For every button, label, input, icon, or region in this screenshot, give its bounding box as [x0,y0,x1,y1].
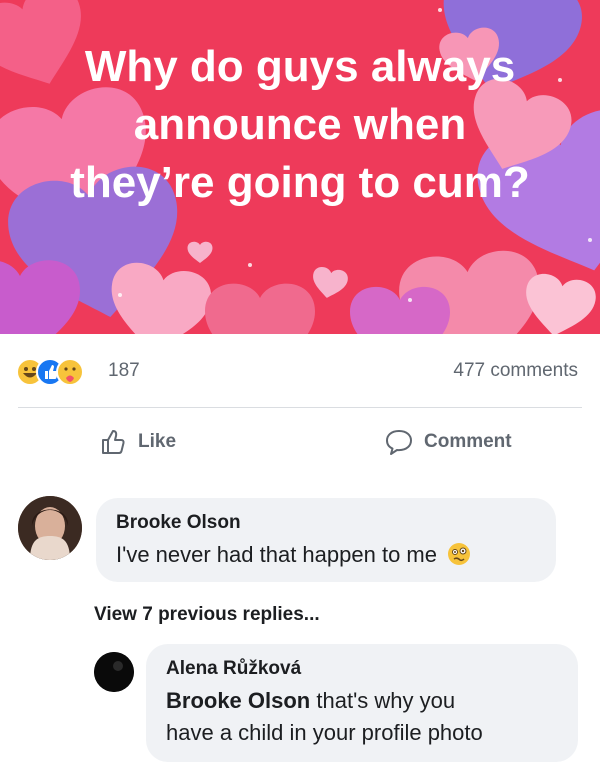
reply-text-body: that's why you [316,688,456,713]
post-stats-bar: 187 477 comments [0,334,600,406]
mention-link[interactable]: Brooke Olson [166,688,310,713]
reply-text-line: Brooke Olson that's why you [166,688,455,714]
care-icon [56,358,84,386]
comment-bubble: Brooke Olson I've never had that happen … [96,498,556,582]
reply-author[interactable]: Alena Růžková [166,658,301,680]
woozy-face-emoji-icon [447,542,471,572]
like-label: Like [138,431,177,452]
reply-text-line: have a child in your profile photo [166,720,483,745]
post-title: Why do guys always announce when they’re… [0,38,600,212]
post-title-line: Why do guys always [84,42,516,91]
reaction-count: 187 [108,360,140,381]
avatar[interactable] [18,496,82,560]
post-actions: Like Comment [0,408,600,478]
like-button[interactable]: Like [100,428,176,456]
comment-label: Comment [424,431,512,452]
comment-text-body: I've never had that happen to me [116,542,437,567]
comments-count-link[interactable]: 477 comments [453,360,578,382]
post-title-line: they’re going to cum? [70,158,530,207]
reply-bubble: Alena Růžková Brooke Olson that's why yo… [146,644,578,762]
thumbs-up-icon [100,428,128,456]
view-previous-replies-link[interactable]: View 7 previous replies... [94,604,320,626]
comment-bubble-icon [384,428,414,456]
comment-author[interactable]: Brooke Olson [116,512,241,534]
comment-text: I've never had that happen to me [116,542,471,572]
post-title-line: announce when [133,100,467,149]
post-background-banner: Why do guys always announce when they’re… [0,0,600,334]
comment-button[interactable]: Comment [384,428,512,456]
avatar[interactable] [94,652,134,692]
